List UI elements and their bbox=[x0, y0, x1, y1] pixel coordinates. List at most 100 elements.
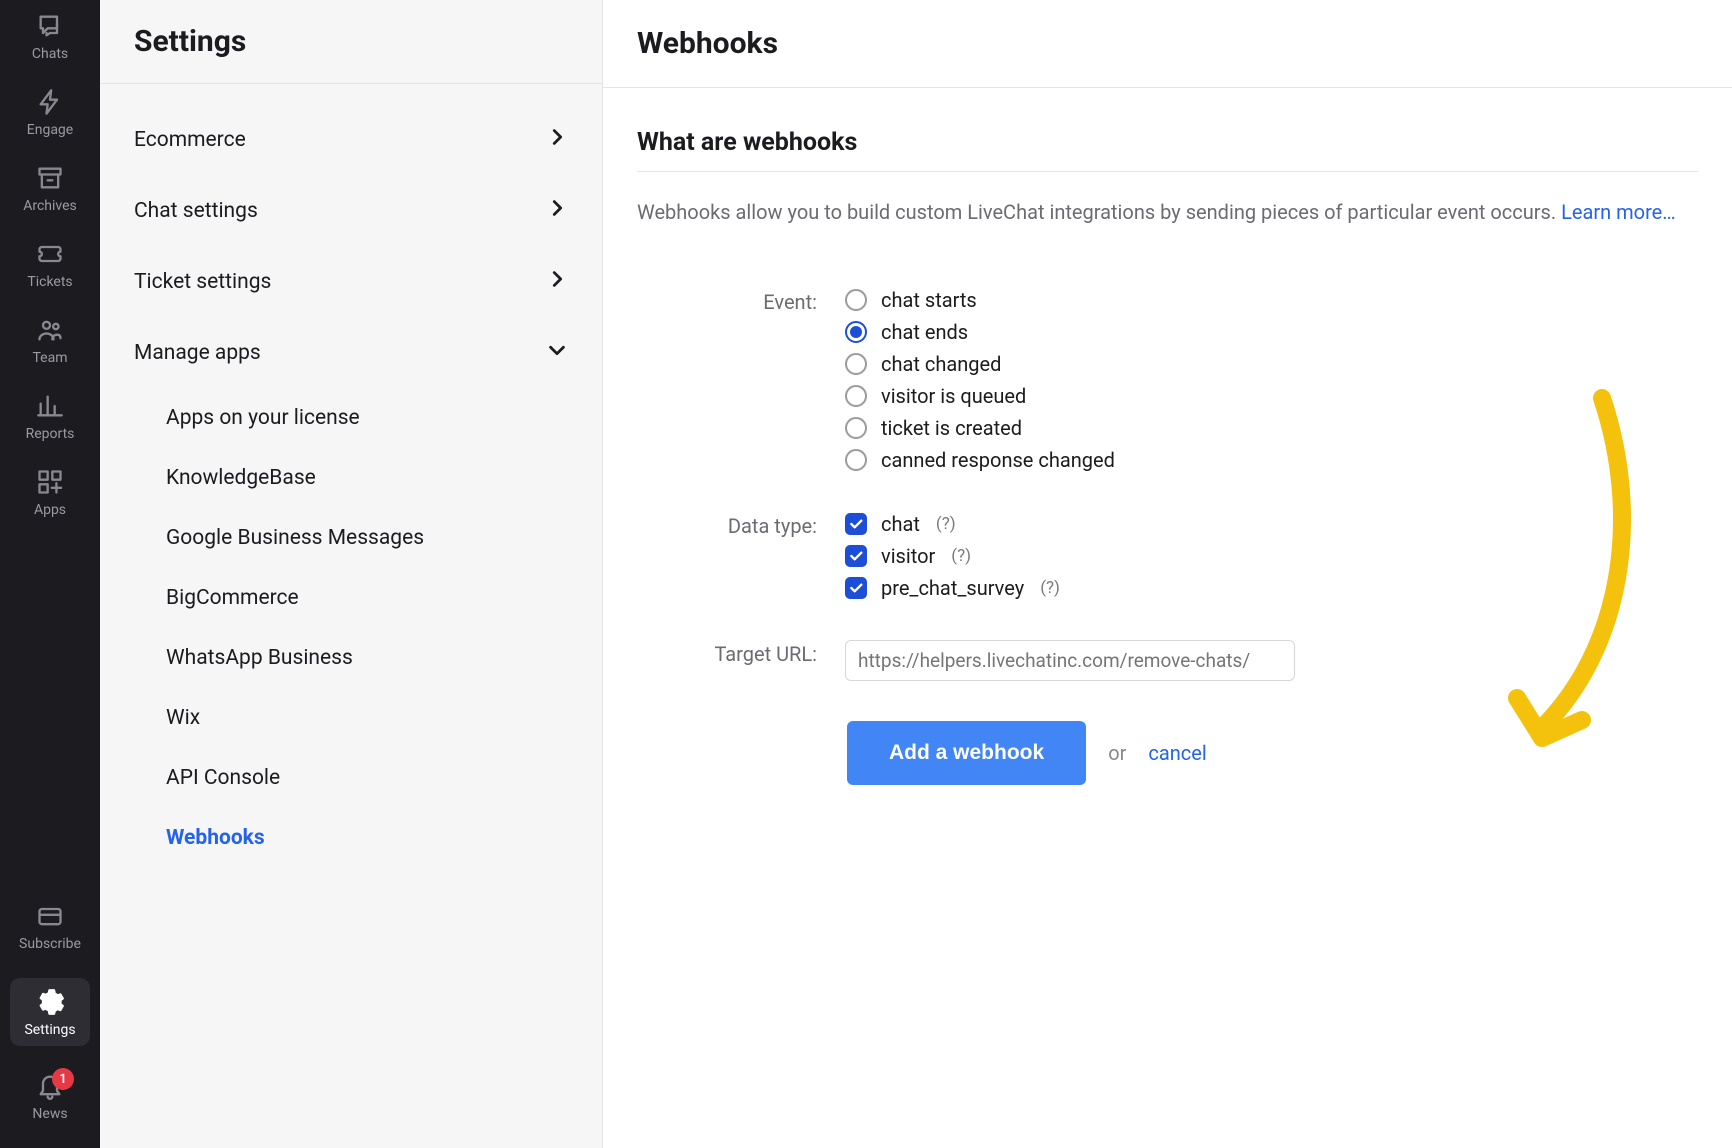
subitem-apps-license[interactable]: Apps on your license bbox=[100, 388, 602, 448]
add-webhook-button[interactable]: Add a webhook bbox=[847, 721, 1086, 785]
rail-item-settings[interactable]: Settings bbox=[10, 978, 90, 1046]
team-icon bbox=[36, 316, 64, 344]
sidebar-group-chat-settings[interactable]: Chat settings bbox=[100, 175, 602, 246]
rail-label: Settings bbox=[24, 1022, 75, 1038]
radio-label: chat starts bbox=[881, 288, 977, 312]
reports-icon bbox=[36, 392, 64, 420]
target-url-label: Target URL: bbox=[637, 640, 817, 681]
main-body: What are webhooks Webhooks allow you to … bbox=[603, 88, 1732, 825]
data-type-check-group: chat (?) visitor (?) pre_chat_survey (?) bbox=[845, 512, 1060, 600]
learn-more-link[interactable]: Learn more… bbox=[1561, 200, 1676, 224]
subitem-api-console[interactable]: API Console bbox=[100, 748, 602, 808]
main-panel: Webhooks What are webhooks Webhooks allo… bbox=[603, 0, 1732, 1148]
rail-item-team[interactable]: Team bbox=[10, 316, 90, 366]
chevron-down-icon bbox=[546, 339, 568, 366]
help-hint[interactable]: (?) bbox=[1040, 578, 1060, 598]
sidebar-title: Settings bbox=[134, 24, 568, 59]
group-label: Chat settings bbox=[134, 199, 258, 223]
checkbox-icon bbox=[845, 577, 867, 599]
data-type-label: Data type: bbox=[637, 512, 817, 600]
manage-apps-subitems: Apps on your license KnowledgeBase Googl… bbox=[100, 388, 602, 872]
chevron-right-icon bbox=[546, 197, 568, 224]
desc-text: Webhooks allow you to build custom LiveC… bbox=[637, 200, 1561, 224]
form-actions: Add a webhook or cancel bbox=[847, 721, 1698, 785]
rail-item-news[interactable]: 1 News bbox=[10, 1072, 90, 1122]
badge-count: 1 bbox=[52, 1068, 74, 1090]
group-label: Manage apps bbox=[134, 341, 261, 365]
form-row-data-type: Data type: chat (?) visitor (?) pre_c bbox=[637, 512, 1698, 600]
subitem-bigcommerce[interactable]: BigCommerce bbox=[100, 568, 602, 628]
radio-canned-response-changed[interactable]: canned response changed bbox=[845, 448, 1115, 472]
rail-label: News bbox=[32, 1106, 67, 1122]
rail-label: Archives bbox=[23, 198, 77, 214]
archive-icon bbox=[36, 164, 64, 192]
nav-rail: Chats Engage Archives Tickets Team Repor… bbox=[0, 0, 100, 1148]
radio-label: visitor is queued bbox=[881, 384, 1026, 408]
radio-label: chat changed bbox=[881, 352, 1001, 376]
event-label: Event: bbox=[637, 288, 817, 472]
group-label: Ecommerce bbox=[134, 128, 246, 152]
sidebar-header: Settings bbox=[100, 0, 602, 84]
section-description: Webhooks allow you to build custom LiveC… bbox=[637, 196, 1698, 228]
radio-chat-ends[interactable]: chat ends bbox=[845, 320, 1115, 344]
form-row-event: Event: chat starts chat ends chat change… bbox=[637, 288, 1698, 472]
chevron-right-icon bbox=[546, 268, 568, 295]
rail-item-archives[interactable]: Archives bbox=[10, 164, 90, 214]
rail-label: Tickets bbox=[27, 274, 72, 290]
subitem-whatsapp-business[interactable]: WhatsApp Business bbox=[100, 628, 602, 688]
radio-icon bbox=[845, 417, 867, 439]
form-row-target-url: Target URL: bbox=[637, 640, 1698, 681]
check-chat[interactable]: chat (?) bbox=[845, 512, 1060, 536]
radio-chat-changed[interactable]: chat changed bbox=[845, 352, 1115, 376]
radio-chat-starts[interactable]: chat starts bbox=[845, 288, 1115, 312]
rail-item-chats[interactable]: Chats bbox=[10, 12, 90, 62]
rail-label: Chats bbox=[32, 46, 68, 62]
radio-label: ticket is created bbox=[881, 416, 1022, 440]
event-radio-group: chat starts chat ends chat changed visit… bbox=[845, 288, 1115, 472]
credit-card-icon bbox=[36, 902, 64, 930]
target-url-input[interactable] bbox=[845, 640, 1295, 681]
chevron-right-icon bbox=[546, 126, 568, 153]
group-label: Ticket settings bbox=[134, 270, 271, 294]
sidebar-group-manage-apps[interactable]: Manage apps bbox=[100, 317, 602, 388]
cancel-link[interactable]: cancel bbox=[1148, 741, 1206, 765]
rail-item-apps[interactable]: Apps bbox=[10, 468, 90, 518]
help-hint[interactable]: (?) bbox=[936, 514, 956, 534]
chat-icon bbox=[36, 12, 64, 40]
rail-spacer bbox=[10, 544, 90, 902]
rail-item-tickets[interactable]: Tickets bbox=[10, 240, 90, 290]
check-label: chat bbox=[881, 512, 920, 536]
rail-item-engage[interactable]: Engage bbox=[10, 88, 90, 138]
rail-label: Reports bbox=[26, 426, 75, 442]
radio-visitor-queued[interactable]: visitor is queued bbox=[845, 384, 1115, 408]
checkbox-icon bbox=[845, 545, 867, 567]
rail-label: Engage bbox=[27, 122, 73, 138]
section-title: What are webhooks bbox=[637, 128, 1698, 172]
radio-label: chat ends bbox=[881, 320, 968, 344]
check-visitor[interactable]: visitor (?) bbox=[845, 544, 1060, 568]
rail-item-subscribe[interactable]: Subscribe bbox=[10, 902, 90, 952]
page-title: Webhooks bbox=[603, 0, 1732, 88]
app-root: Chats Engage Archives Tickets Team Repor… bbox=[0, 0, 1732, 1148]
sidebar-group-ticket-settings[interactable]: Ticket settings bbox=[100, 246, 602, 317]
radio-icon bbox=[845, 449, 867, 471]
subitem-google-business[interactable]: Google Business Messages bbox=[100, 508, 602, 568]
checkbox-icon bbox=[845, 513, 867, 535]
help-hint[interactable]: (?) bbox=[951, 546, 971, 566]
subitem-wix[interactable]: Wix bbox=[100, 688, 602, 748]
ticket-icon bbox=[36, 240, 64, 268]
subitem-knowledgebase[interactable]: KnowledgeBase bbox=[100, 448, 602, 508]
radio-label: canned response changed bbox=[881, 448, 1115, 472]
or-text: or bbox=[1108, 741, 1126, 765]
radio-icon bbox=[845, 289, 867, 311]
radio-icon bbox=[845, 385, 867, 407]
radio-ticket-created[interactable]: ticket is created bbox=[845, 416, 1115, 440]
subitem-webhooks[interactable]: Webhooks bbox=[100, 808, 602, 868]
rail-label: Apps bbox=[34, 502, 66, 518]
rail-item-reports[interactable]: Reports bbox=[10, 392, 90, 442]
check-pre-chat-survey[interactable]: pre_chat_survey (?) bbox=[845, 576, 1060, 600]
sidebar-body: Ecommerce Chat settings Ticket settings … bbox=[100, 84, 602, 892]
bolt-icon bbox=[36, 88, 64, 116]
sidebar-group-ecommerce[interactable]: Ecommerce bbox=[100, 104, 602, 175]
radio-icon bbox=[845, 321, 867, 343]
